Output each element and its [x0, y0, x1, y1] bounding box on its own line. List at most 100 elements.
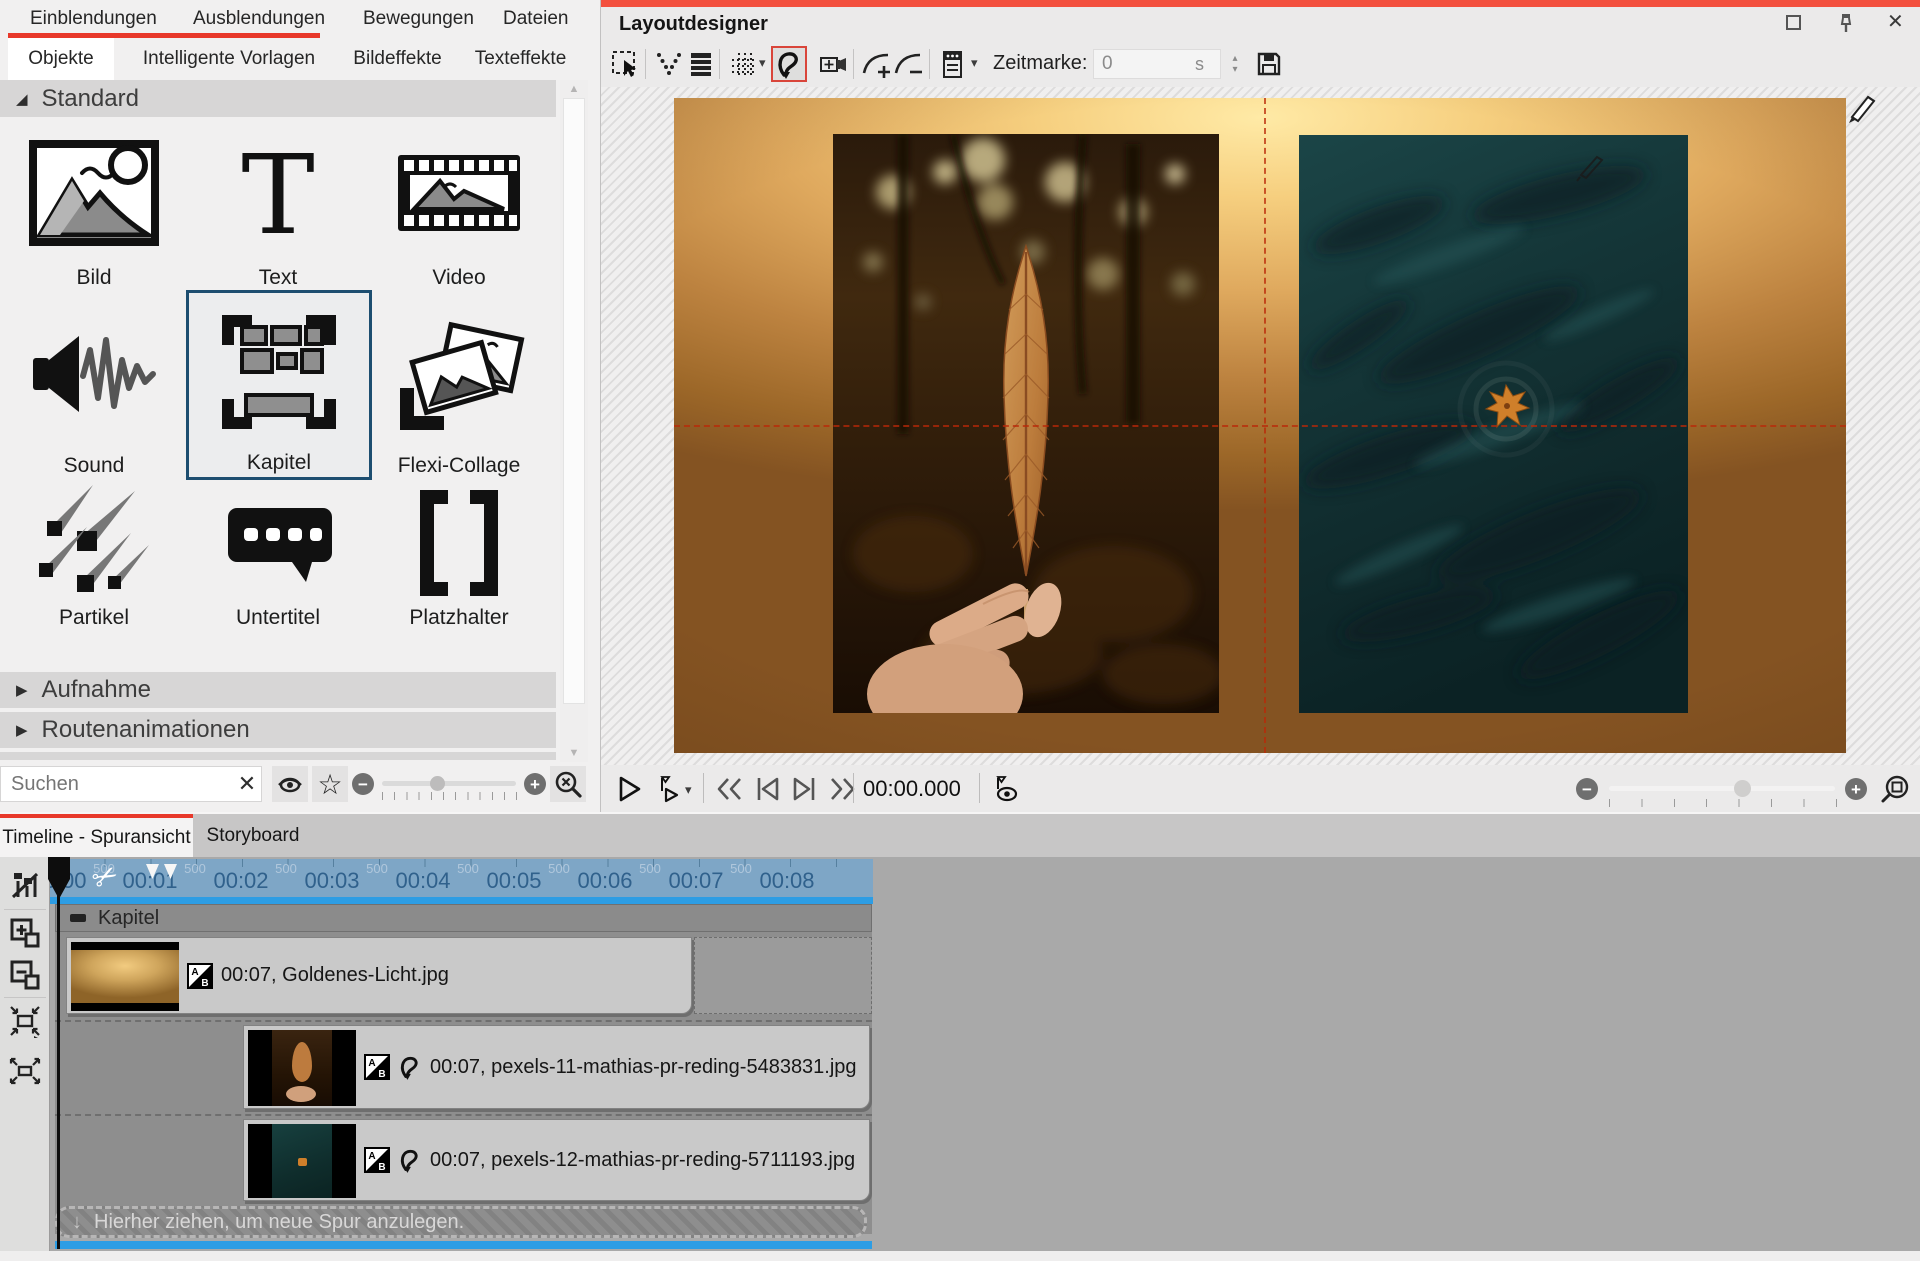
grid-button[interactable]: [725, 46, 761, 82]
spinner-down-icon[interactable]: ▾: [1232, 64, 1237, 75]
grid-dropdown-caret[interactable]: ▾: [759, 55, 766, 71]
tab-intelligente-vorlagen[interactable]: Intelligente Vorlagen: [126, 38, 332, 80]
timeline-tool-rail: [0, 857, 50, 1251]
timeline-zoom-out-button[interactable]: [7, 957, 43, 993]
scroll-up-icon[interactable]: ▲: [560, 83, 588, 95]
tab-bildeffekte[interactable]: Bildeffekte: [340, 38, 455, 80]
timeline-bottom-scrollbar[interactable]: [55, 1241, 872, 1249]
scrollbar-thumb[interactable]: [563, 98, 585, 704]
shrink-view-button[interactable]: [7, 1003, 43, 1039]
object-item-flexi-collage[interactable]: Flexi-Collage: [376, 292, 542, 480]
section-routen-label: Routenanimationen: [42, 716, 250, 744]
video-icon: [376, 120, 542, 266]
rewind-button[interactable]: [713, 773, 745, 805]
spinner-up-icon[interactable]: ▴: [1232, 53, 1237, 64]
object-item-kapitel[interactable]: Kapitel: [186, 290, 372, 480]
curve-tool-button-active[interactable]: [771, 46, 807, 82]
playhead-line[interactable]: [57, 859, 60, 1249]
slider-thumb[interactable]: [1734, 780, 1751, 797]
favorites-star-button[interactable]: ☆: [312, 766, 348, 802]
scroll-down-icon[interactable]: ▼: [560, 747, 588, 759]
curve-animation-icon: [398, 1147, 422, 1173]
play-options-caret[interactable]: ▾: [685, 782, 692, 798]
clip-pexels-12[interactable]: A B 00:07, pexels-12-mathias-pr-reding-5…: [243, 1119, 870, 1201]
preview-eye-button[interactable]: [272, 766, 308, 802]
play-from-marker-icon: [654, 775, 680, 803]
section-standard-label: Standard: [42, 85, 139, 113]
track-divider: [55, 1114, 872, 1116]
section-standard[interactable]: ◢ Standard: [0, 80, 556, 117]
properties-dropdown-caret[interactable]: ▾: [971, 55, 978, 71]
thumbnail-size-slider[interactable]: [382, 781, 516, 786]
slider-thumb[interactable]: [430, 776, 445, 791]
range-marker-flags[interactable]: [146, 864, 178, 880]
pin-button[interactable]: [1835, 11, 1857, 35]
canvas-zoom-slider[interactable]: [1609, 786, 1835, 791]
tab-objekte[interactable]: Objekte: [8, 38, 114, 80]
collapse-group-icon[interactable]: [70, 914, 86, 922]
rewind-icon: [715, 777, 743, 801]
plus-icon: +: [530, 776, 540, 793]
save-layout-button[interactable]: [1251, 46, 1287, 82]
kapitel-group-header[interactable]: Kapitel: [55, 904, 872, 932]
playback-separator: [853, 773, 854, 803]
close-button[interactable]: ✕: [1887, 9, 1904, 34]
photo-leaf-on-water[interactable]: [1299, 135, 1688, 713]
clip-pexels-11[interactable]: A B 00:07, pexels-11-mathias-pr-reding-5…: [243, 1025, 870, 1109]
toolbox-panel: Einblendungen Ausblendungen Bewegungen D…: [0, 0, 600, 812]
reset-zoom-button[interactable]: [550, 766, 586, 802]
marker-visibility-button[interactable]: [989, 773, 1021, 805]
zeitmarke-spinner[interactable]: ▴ ▾: [1227, 48, 1243, 80]
track-display-mode-button[interactable]: [7, 867, 43, 903]
timeline-top-scrollbar[interactable]: [50, 897, 873, 904]
layout-canvas[interactable]: [674, 98, 1846, 753]
clip-goldenes-licht[interactable]: A B 00:07, Goldenes-Licht.jpg: [66, 937, 692, 1014]
tab-bewegungen[interactable]: Bewegungen: [363, 0, 474, 38]
canvas-zoom-out-button[interactable]: −: [1576, 778, 1598, 800]
search-clear-icon[interactable]: ✕: [234, 770, 260, 798]
go-to-start-button[interactable]: [751, 773, 783, 805]
go-to-end-button[interactable]: [789, 773, 821, 805]
timeline-panel: Timeline - Spuransicht Storyboard: [0, 812, 1920, 1261]
object-item-text[interactable]: T Text: [195, 120, 361, 292]
select-tool-button[interactable]: [607, 46, 643, 82]
search-input[interactable]: [0, 766, 262, 802]
item-label: Kapitel: [247, 451, 311, 477]
tab-texteffekte[interactable]: Texteffekte: [463, 38, 578, 80]
section-routenanimationen[interactable]: ▶ Routenanimationen: [0, 712, 556, 748]
maximize-button[interactable]: [1786, 15, 1801, 30]
canvas-zoom-in-button[interactable]: +: [1845, 778, 1867, 800]
add-curve-point-button[interactable]: [859, 46, 895, 82]
zoom-fit-button[interactable]: [1879, 773, 1911, 805]
toolbox-scrollbar[interactable]: ▲ ▼: [560, 80, 588, 762]
layout-workspace[interactable]: [601, 87, 1920, 765]
object-item-untertitel[interactable]: Untertitel: [195, 480, 361, 632]
object-item-bild[interactable]: Bild: [11, 120, 177, 292]
tab-storyboard[interactable]: Storyboard: [193, 814, 313, 857]
section-aufnahme[interactable]: ▶ Aufnahme: [0, 672, 556, 708]
properties-panel-button[interactable]: [935, 46, 971, 82]
thumbnail-zoom-in-button[interactable]: +: [524, 773, 546, 795]
playhead-handle[interactable]: [46, 857, 72, 901]
play-icon: [615, 775, 643, 803]
thumbnail-zoom-out-button[interactable]: −: [352, 773, 374, 795]
tab-dateien[interactable]: Dateien: [503, 0, 569, 38]
play-button[interactable]: [613, 773, 645, 805]
tab-timeline-spuransicht[interactable]: Timeline - Spuransicht: [0, 814, 193, 857]
new-track-drop-zone[interactable]: ↓ Hierher ziehen, um neue Spur anzulegen…: [55, 1206, 867, 1238]
object-item-sound[interactable]: Sound: [11, 292, 177, 480]
object-item-video[interactable]: Video: [376, 120, 542, 292]
camera-pan-button[interactable]: [815, 46, 851, 82]
layers-button[interactable]: [683, 46, 719, 82]
fast-forward-button[interactable]: [827, 773, 859, 805]
ruler-sub-tick: 500: [266, 861, 306, 876]
path-points-button[interactable]: [651, 46, 687, 82]
group-label: Kapitel: [98, 907, 159, 930]
play-from-marker-button[interactable]: [651, 773, 683, 805]
object-item-partikel[interactable]: Partikel: [11, 480, 177, 632]
timeline-zoom-in-button[interactable]: [7, 915, 43, 951]
photo-leaf-in-hand[interactable]: [833, 134, 1219, 713]
remove-curve-point-button[interactable]: [891, 46, 927, 82]
expand-view-button[interactable]: [7, 1053, 43, 1089]
object-item-platzhalter[interactable]: Platzhalter: [376, 480, 542, 632]
